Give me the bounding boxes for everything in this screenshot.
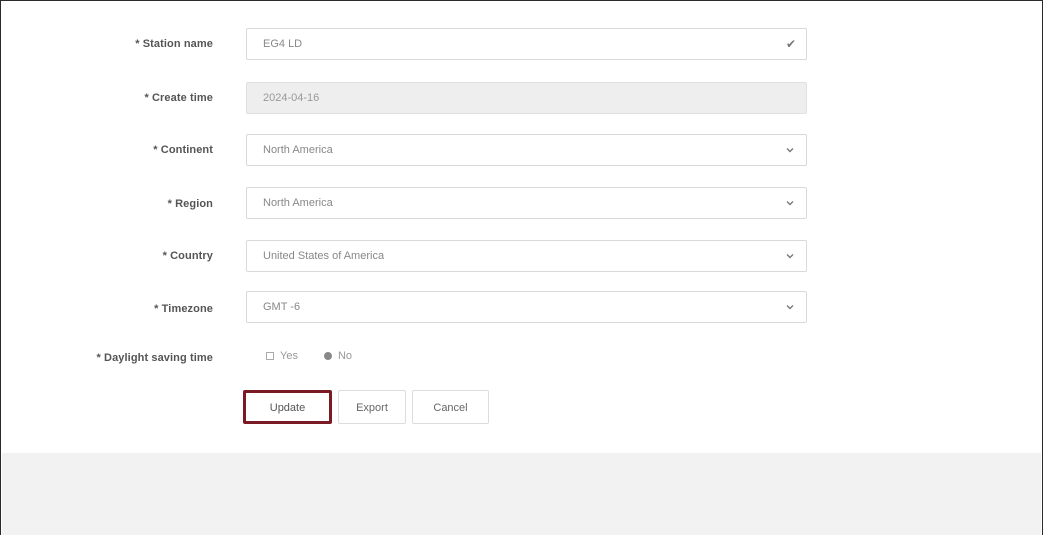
chevron-down-icon <box>786 305 794 310</box>
country-select[interactable]: United States of America <box>246 240 807 272</box>
daylight-saving-no-option[interactable]: No <box>323 350 353 362</box>
page-frame: * Station name EG4 LD ✔ * Create time 20… <box>0 0 1043 535</box>
timezone-label: * Timezone <box>154 303 213 315</box>
timezone-select[interactable]: GMT -6 <box>246 291 807 323</box>
continent-value: North America <box>263 144 333 156</box>
daylight-saving-yes-label: Yes <box>280 350 298 362</box>
region-value: North America <box>263 197 333 209</box>
daylight-saving-no-label: No <box>337 350 353 362</box>
continent-select[interactable]: North America <box>246 134 807 166</box>
timezone-value: GMT -6 <box>263 301 301 313</box>
daylight-saving-yes-option[interactable]: Yes <box>266 350 298 362</box>
check-icon: ✔ <box>785 37 796 51</box>
daylight-saving-label: * Daylight saving time <box>96 352 213 364</box>
chevron-down-icon <box>786 148 794 153</box>
station-name-input[interactable]: EG4 LD ✔ <box>246 28 807 60</box>
daylight-saving-radio-group: Yes No <box>266 350 378 362</box>
chevron-down-icon <box>786 254 794 259</box>
update-button[interactable]: Update <box>243 390 332 424</box>
create-time-input: 2024-04-16 <box>246 82 807 114</box>
export-button[interactable]: Export <box>338 390 406 424</box>
country-label: * Country <box>162 250 213 262</box>
checkbox-empty-icon[interactable] <box>266 352 274 360</box>
continent-label: * Continent <box>153 144 213 156</box>
footer-area <box>2 453 1041 535</box>
create-time-label: * Create time <box>144 92 213 104</box>
station-name-value: EG4 LD <box>263 38 303 50</box>
region-select[interactable]: North America <box>246 187 807 219</box>
cancel-button[interactable]: Cancel <box>412 390 489 424</box>
radio-selected-icon[interactable] <box>323 352 332 360</box>
chevron-down-icon <box>786 201 794 206</box>
region-label: * Region <box>167 198 213 210</box>
create-time-value: 2024-04-16 <box>263 92 320 104</box>
country-value: United States of America <box>263 250 385 262</box>
station-name-label: * Station name <box>135 38 213 50</box>
